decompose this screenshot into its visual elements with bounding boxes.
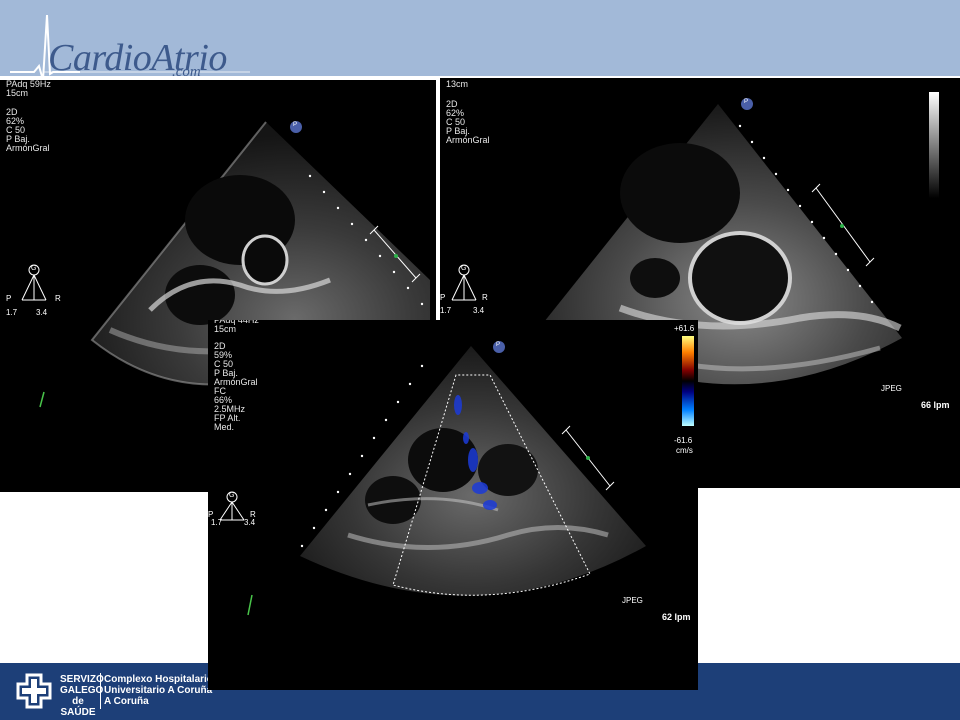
scale-a-right: 1.7: [440, 306, 452, 315]
params-left: 2D 62% C 50 P Baj. ArmónGral: [6, 107, 50, 153]
acq-info-left: PAdq 59Hz 15cm: [6, 80, 51, 98]
scale-a-center: 1.7: [211, 518, 223, 527]
heart-rate-center: 62 lpm: [662, 612, 691, 622]
jpeg-label-center: JPEG: [622, 596, 643, 605]
orient-r-left: R: [55, 294, 61, 303]
scale-b-center: 3.4: [244, 518, 256, 527]
color-max-label: +61.6: [674, 324, 695, 333]
orient-p-right: P: [440, 293, 446, 302]
probe-marker-left: P: [293, 122, 298, 128]
acq-info-right: 13cm: [446, 79, 469, 89]
heart-rate-right: 66 lpm: [921, 400, 950, 410]
scale-b-right: 3.4: [473, 306, 485, 315]
hospital-name: Complexo Hospitalario Universitario A Co…: [104, 674, 213, 707]
echo-image-center: [219, 336, 694, 616]
orient-r-right: R: [482, 293, 488, 302]
orient-g-center: G: [229, 492, 235, 499]
orient-p-left: P: [6, 294, 12, 303]
color-unit-label: cm/s: [676, 446, 693, 455]
echo-panel-center: PAdq 44Hz 15cm 2D 59% C 50 P Baj. ArmónG…: [208, 320, 698, 690]
logo-domain: .com: [172, 64, 201, 80]
scale-a-left: 1.7: [6, 308, 18, 317]
jpeg-label-right: JPEG: [881, 384, 902, 393]
color-velocity-scale: [682, 336, 694, 426]
color-min-label: -61.6: [674, 436, 693, 445]
probe-marker-right: P: [744, 99, 749, 105]
footer-divider: [100, 673, 101, 709]
sergas-cross-icon: [16, 673, 52, 709]
acq-info-center: PAdq 44Hz 15cm: [214, 320, 259, 334]
params-center: 2D 59% C 50 P Baj. ArmónGral FC 66% 2.5M…: [214, 341, 258, 432]
scale-b-left: 3.4: [36, 308, 48, 317]
params-right: 2D 62% C 50 P Baj. ArmónGral: [446, 99, 490, 145]
probe-marker-center: P: [496, 342, 501, 348]
sergas-name: SERVIZO GALEGO de SAÚDE: [60, 674, 104, 718]
orient-g-left: G: [31, 265, 37, 272]
orient-g-right: G: [461, 265, 467, 272]
